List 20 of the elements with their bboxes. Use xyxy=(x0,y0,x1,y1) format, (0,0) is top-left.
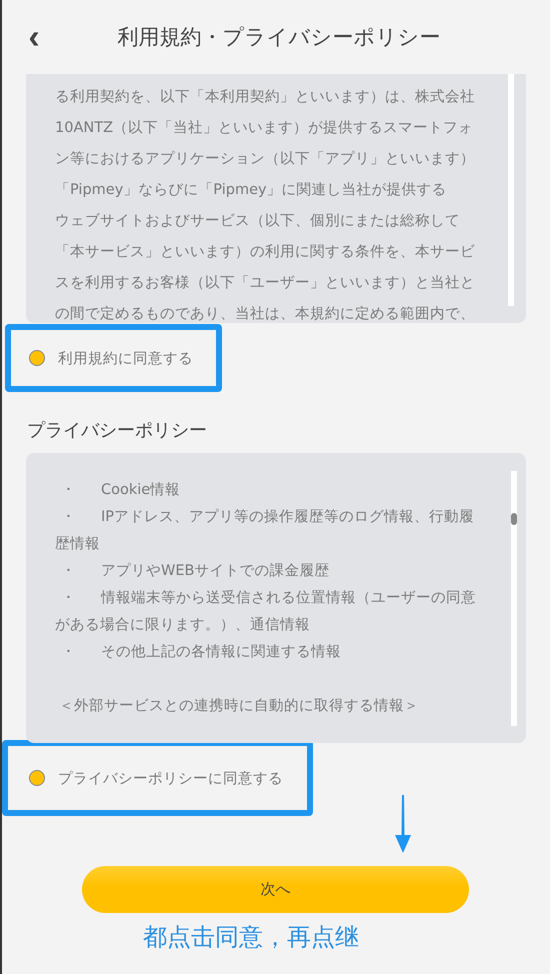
agree-radio[interactable]: 利用規約に同意する xyxy=(11,348,199,368)
list-item: ・ Cookie情報 xyxy=(60,481,182,500)
scroll-thumb[interactable] xyxy=(511,513,517,525)
section-heading: プライバシーポリシー xyxy=(27,419,208,443)
annotation-text: 都点击同意，再点继 xyxy=(143,922,360,953)
agree-radio[interactable]: プライバシーポリシーに同意する xyxy=(11,768,289,788)
list-item: ・ IPアドレス、アプリ等の操作履歴等のログ情報、行動履歴情報 xyxy=(55,508,476,554)
radio-dot-icon xyxy=(29,350,45,366)
next-button[interactable]: 次へ xyxy=(82,866,469,913)
scrollbar[interactable] xyxy=(508,74,514,306)
list-item: ・ その他上記の各情報に関連する情報 xyxy=(60,643,342,662)
down-arrow-icon xyxy=(394,795,412,853)
page-title: 利用規約・プライバシーポリシー xyxy=(116,24,440,51)
terms-text: る利用契約を、以下「本利用契約」といいます）は、株式会社 10ANTZ（以下「当社」といいます）が提供するスマートフォ ン等におけるアプリケーション（以下「アプリ」といいます） 「Pipmey」ならびに「Pipmey」に関連し当社が提供する ウェブサイトおよびサービス（以下、個別にまたは総称して 「本サービス」といいます）の利用に関する条件を、本サービ スを利用するお客様（以下「ユーザー」といいます）と当社と の間で定めるものであり、当社は、本規約に定める範囲内で、 xyxy=(55,88,475,324)
scrollbar[interactable] xyxy=(511,471,517,726)
back-button[interactable]: ‹ xyxy=(22,22,46,52)
section-note: ＜外部サービスとの連携時に自動的に取得する情報＞ xyxy=(58,696,420,716)
list-item: ・ 情報端末等から送受信される位置情報（ユーザーの同意がある場合に限ります。）、通信情報 xyxy=(55,589,477,635)
radio-dot-icon xyxy=(29,770,45,786)
list-item: ・ アプリやWEBサイトでの課金履歴 xyxy=(60,562,330,581)
